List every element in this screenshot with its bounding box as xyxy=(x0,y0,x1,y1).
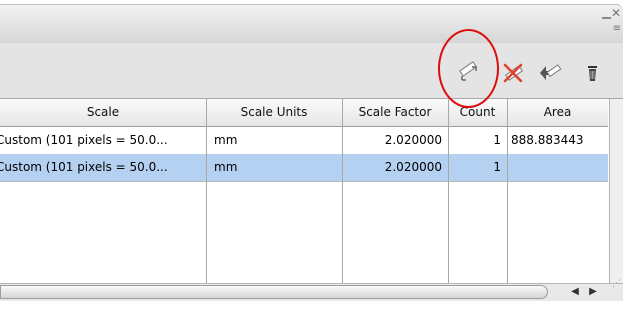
column-header-area[interactable]: Area xyxy=(507,99,608,126)
scroll-right-arrow-icon[interactable]: ▶ xyxy=(585,285,601,299)
cell-area xyxy=(507,154,608,181)
panel-menu-icon[interactable]: ≡ xyxy=(613,24,621,34)
scroll-left-arrow-icon[interactable]: ◀ xyxy=(567,285,583,299)
table-row[interactable]: Custom (101 pixels = 50.0... mm 2.020000… xyxy=(0,127,608,155)
ruler-export-icon[interactable] xyxy=(538,61,564,85)
minus-icon[interactable] xyxy=(602,17,611,19)
trash-icon[interactable] xyxy=(580,61,606,85)
cell-area: 888.883443 xyxy=(511,133,584,147)
ruler-record-icon[interactable] xyxy=(456,61,482,85)
ruler-delete-icon[interactable] xyxy=(500,61,526,85)
column-header-scale-units[interactable]: Scale Units xyxy=(206,99,342,126)
table-header: Scale Scale Units Scale Factor Count Are… xyxy=(0,99,608,127)
column-divider xyxy=(448,99,449,283)
table-row-selected[interactable]: Custom (101 pixels = 50.0... mm 2.020000… xyxy=(0,154,608,182)
vertical-scrollbar[interactable] xyxy=(609,99,623,283)
toolbar xyxy=(0,43,623,99)
column-header-scale-factor[interactable]: Scale Factor xyxy=(342,99,448,126)
horizontal-scroll-thumb[interactable] xyxy=(0,285,548,299)
cell-count: 1 xyxy=(493,133,501,147)
column-divider xyxy=(206,99,207,283)
column-divider xyxy=(342,99,343,283)
cell-scale-factor: 2.020000 xyxy=(384,160,442,174)
cell-scale-factor: 2.020000 xyxy=(384,133,442,147)
measurement-log-panel: ✕ ≡ Scale Scale Units Scale Factor Count… xyxy=(0,0,623,311)
cell-count: 1 xyxy=(493,160,501,174)
close-icon[interactable]: ✕ xyxy=(611,7,621,19)
panel-title-bar: ✕ ≡ xyxy=(0,4,623,44)
measurement-table: Scale Scale Units Scale Factor Count Are… xyxy=(0,99,608,283)
column-divider xyxy=(507,99,508,283)
cell-scale-units: mm xyxy=(214,160,238,174)
cell-scale: Custom (101 pixels = 50.0... xyxy=(0,160,168,174)
column-header-scale[interactable]: Scale xyxy=(0,99,206,126)
column-header-count[interactable]: Count xyxy=(448,99,507,126)
cell-scale-units: mm xyxy=(214,133,238,147)
cell-scale: Custom (101 pixels = 50.0... xyxy=(0,133,168,147)
resize-grip-icon[interactable]: ⋰ xyxy=(612,279,622,289)
horizontal-scrollbar[interactable]: ◀ ▶ ⋰ xyxy=(0,279,623,301)
